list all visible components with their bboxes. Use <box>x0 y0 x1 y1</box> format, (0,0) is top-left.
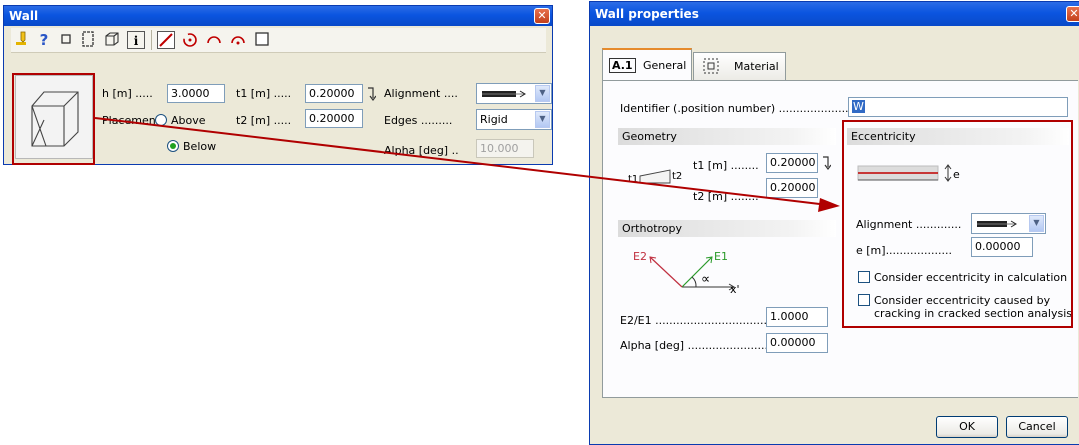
wall-dialog-title: Wall <box>9 9 39 23</box>
placement-below-label: Below <box>183 140 217 153</box>
alpha-symbol: ∝ <box>701 272 711 287</box>
geometry-t1-label: t1 [m] ........ <box>693 159 759 172</box>
edges-value: Rigid <box>480 113 508 126</box>
wall-toolbar: ? i <box>11 28 546 53</box>
placement-below-radio[interactable] <box>167 140 179 152</box>
t2-input[interactable]: 0.20000 <box>305 109 363 128</box>
h-input[interactable]: 3.0000 <box>167 84 225 103</box>
cancel-button[interactable]: Cancel <box>1006 416 1068 438</box>
edges-dropdown-icon[interactable]: ▼ <box>535 111 550 128</box>
e1-label: E1 <box>714 250 728 263</box>
info-icon[interactable]: i <box>127 31 145 49</box>
eccentricity-highlight-box <box>842 120 1073 328</box>
alignment-select[interactable]: ▼ <box>476 83 552 104</box>
geometry-swap-icon[interactable] <box>821 155 832 171</box>
rect-outline-icon[interactable] <box>253 31 271 49</box>
properties-title-bar[interactable]: Wall properties <box>590 2 1079 26</box>
t1-label: t1 [m] ..... <box>236 87 292 100</box>
toolbar-separator <box>151 30 152 50</box>
alpha-label: Alpha [deg] .. <box>384 144 459 157</box>
square-icon[interactable] <box>57 31 75 49</box>
alpha-input[interactable]: 10.000 <box>476 139 534 158</box>
ortho-alpha-label: Alpha [deg] ........................ <box>620 339 772 352</box>
edges-label: Edges ......... <box>384 114 453 127</box>
alignment-line-icon <box>482 90 526 98</box>
e2e1-input[interactable]: 1.0000 <box>766 307 828 327</box>
placement-above-label: Above <box>171 114 206 127</box>
wall-close-button[interactable]: ✕ <box>534 8 550 24</box>
t2-label: t2 [m] ..... <box>236 114 292 127</box>
pencil-icon[interactable] <box>13 31 31 49</box>
alignment-label: Alignment .... <box>384 87 458 100</box>
placement-above-radio[interactable] <box>155 114 167 126</box>
material-icon <box>703 58 719 74</box>
arc-ccw-icon[interactable] <box>229 31 247 49</box>
tab-general-badge: A.1 <box>609 58 636 73</box>
arc-cw-icon[interactable] <box>205 31 223 49</box>
x-axis-label: x' <box>730 283 740 296</box>
e2e1-label: E2/E1 ................................. <box>620 314 771 327</box>
alignment-dropdown-icon[interactable]: ▼ <box>535 85 550 102</box>
h-label: h [m] ..... <box>102 87 153 100</box>
geometry-t2-input[interactable]: 0.20000 <box>766 178 818 198</box>
wall-dialog-title-bar[interactable]: Wall <box>4 6 552 26</box>
arc-icon[interactable] <box>181 31 199 49</box>
line-icon[interactable] <box>157 31 175 49</box>
properties-title: Wall properties <box>595 7 699 21</box>
edges-select[interactable]: Rigid ▼ <box>476 109 552 130</box>
geometry-header: Geometry <box>618 128 836 145</box>
diagram-t1-label: t1 <box>628 174 639 185</box>
identifier-input[interactable]: W <box>848 97 1068 117</box>
identifier-value: W <box>852 100 865 113</box>
preview-highlight-box <box>12 73 95 165</box>
ok-button[interactable]: OK <box>936 416 998 438</box>
tab-material[interactable]: Material <box>693 52 786 80</box>
orthotropy-header: Orthotropy <box>618 220 836 237</box>
tab-general[interactable]: A.1 General <box>602 48 692 80</box>
rectangle-icon[interactable] <box>79 31 97 49</box>
tab-material-label: Material <box>734 60 779 73</box>
diagram-t2-label: t2 <box>672 171 683 182</box>
placement-label: Placement <box>102 114 161 127</box>
identifier-label: Identifier (.position number) ..........… <box>620 102 860 115</box>
e2-label: E2 <box>633 250 647 263</box>
tab-general-label: General <box>643 59 687 72</box>
box-icon[interactable] <box>103 31 121 49</box>
swap-thickness-icon[interactable] <box>366 86 377 102</box>
t1-input[interactable]: 0.20000 <box>305 84 363 103</box>
properties-close-button[interactable]: ✕ <box>1066 6 1079 22</box>
geometry-t2-label: t2 [m] ........ <box>693 190 759 203</box>
geometry-t1-input[interactable]: 0.20000 <box>766 153 818 173</box>
ortho-alpha-input[interactable]: 0.00000 <box>766 333 828 353</box>
help-icon[interactable]: ? <box>35 31 53 49</box>
